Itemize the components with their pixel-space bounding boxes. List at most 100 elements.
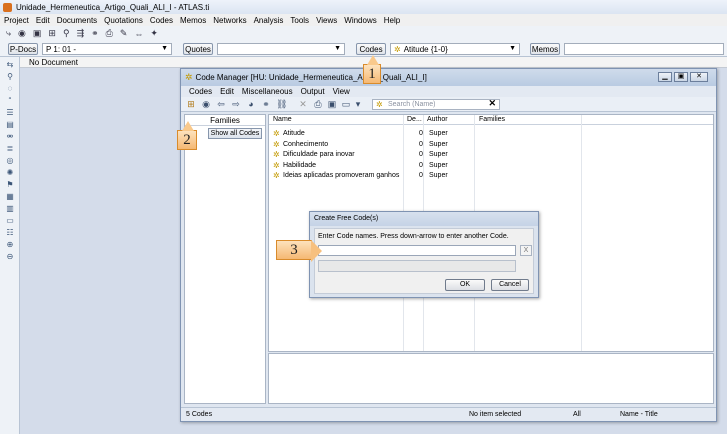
link-icon[interactable]: ⚮ [4,132,16,141]
eye-icon[interactable]: ◎ [4,156,16,165]
menu-windows[interactable]: Windows [344,16,376,25]
network-icon[interactable]: ⚭ [91,28,99,39]
callout-1: 1 [363,55,381,84]
memos-button[interactable]: Memos [530,43,560,55]
clear-search-icon[interactable]: ✕ [488,99,496,108]
clear-input-button[interactable]: X [520,245,532,256]
print-icon[interactable]: ⎙ [106,28,113,39]
cm-menu-view[interactable]: View [333,87,350,96]
pdocs-button[interactable]: P-Docs [8,43,38,55]
atlas-app-icon [3,2,12,12]
code-name-input[interactable] [318,245,516,256]
code-row[interactable]: ✲ Dificuldade para inovar 0 Super [273,150,473,160]
callout-2: 2 [177,121,197,150]
code-list-field[interactable] [318,260,516,272]
comment-icon[interactable]: ◉ [18,28,26,39]
comment-pane[interactable] [268,353,714,404]
menu-memos[interactable]: Memos [180,16,206,25]
menu-codes[interactable]: Codes [150,16,173,25]
show-all-codes-button[interactable]: Show all Codes [208,128,262,139]
flag-icon[interactable]: ⚑ [4,180,16,189]
binoculars-icon[interactable]: ⚲ [63,28,70,39]
dialog-title[interactable]: Create Free Code(s) [310,212,538,226]
add-document-icon[interactable]: ⊞ [48,28,56,39]
memo-select[interactable] [564,43,724,55]
menu-quotations[interactable]: Quotations [104,16,143,25]
cm-menu-miscellaneous[interactable]: Miscellaneous [242,87,293,96]
code-row[interactable]: ✲ Habilidade 0 Super [273,161,473,171]
code-select[interactable]: ✲ Atitude {1-0} ▼ [390,43,520,55]
minimize-icon[interactable]: ▁ [658,72,672,82]
zoom-out-icon[interactable]: ⊖ [4,252,16,261]
column-divider [581,115,582,351]
column-author[interactable]: Author [427,116,448,123]
code-author: Super [429,130,448,137]
code-manager-titlebar[interactable]: ✲ Code Manager [HU: Unidade_Hermeneutica… [181,69,716,86]
cm-menu-edit[interactable]: Edit [220,87,234,96]
code-name: Ideias aplicadas promoveram ganhos [283,172,400,179]
code-density: 0 [419,161,423,169]
column-name[interactable]: Name [273,116,292,123]
code-by-list-icon[interactable]: ≣ [4,144,16,153]
cm-menu-output[interactable]: Output [301,87,325,96]
margin-icon[interactable]: ⇆ [4,60,16,69]
column-density[interactable]: De... [407,116,422,123]
chevron-down-icon[interactable]: ▾ [353,99,363,109]
search-icon[interactable]: ⚲ [4,72,16,81]
ok-button[interactable]: OK [445,279,485,291]
network-icon[interactable]: ◕ [246,99,256,109]
cancel-button[interactable]: Cancel [491,279,529,291]
query-icon[interactable]: ⇶ [77,28,85,39]
zoom-in-icon[interactable]: ⊕ [4,240,16,249]
back-icon[interactable]: ⇦ [216,99,226,109]
view-icon[interactable]: ▣ [327,99,337,109]
new-project-icon[interactable]: ⤷ [6,28,11,39]
maximize-icon[interactable]: ▣ [674,72,688,82]
filter-icon[interactable]: ⚭ [261,99,271,109]
menu-tools[interactable]: Tools [290,16,309,25]
comment-icon[interactable]: ◌ [4,84,16,93]
menu-edit[interactable]: Edit [36,16,50,25]
navigate-icon[interactable]: ⇔ [134,29,143,39]
open-coding-icon[interactable]: ☰ [4,108,16,117]
code-manager-statusbar: 5 Codes No item selected All Name - Titl… [181,407,716,421]
print-icon[interactable]: ⎙ [313,99,323,109]
forward-icon[interactable]: ⇨ [231,99,241,109]
code-row[interactable]: ✲ Conhecimento 0 Super [273,140,473,150]
menu-help[interactable]: Help [384,16,400,25]
menu-networks[interactable]: Networks [213,16,246,25]
pdoc-select-value: P 1: 01 - [46,44,77,54]
code-author: Super [429,140,448,148]
layout-icon[interactable]: ▭ [341,99,351,109]
list-icon[interactable]: ☷ [4,228,16,237]
gear-icon[interactable]: ✺ [4,168,16,177]
settings-icon[interactable]: ✦ [150,28,158,39]
document-icon[interactable]: ▭ [4,216,16,225]
menu-views[interactable]: Views [316,16,337,25]
grid-icon[interactable]: ▦ [4,192,16,201]
layout-icon[interactable]: ▥ [4,204,16,213]
code-row[interactable]: ✲ Ideias aplicadas promoveram ganhos 0 S… [273,171,473,181]
menu-documents[interactable]: Documents [57,16,97,25]
code-list-icon[interactable]: ▤ [4,120,16,129]
cm-menu-codes[interactable]: Codes [189,87,212,96]
code-in-vivo-icon[interactable]: “ [4,96,16,105]
create-code-icon[interactable]: ⊞ [186,99,196,109]
code-search-input[interactable]: ✲ Search (Name) ✕ [372,99,500,110]
save-icon[interactable]: ▣ [33,28,42,39]
menu-project[interactable]: Project [4,16,29,25]
code-row[interactable]: ✲ Atitude 0 Super [273,129,473,139]
comment-icon[interactable]: ◉ [201,99,211,109]
close-icon[interactable]: ✕ [690,72,708,82]
tools-icon[interactable]: ✎ [120,28,128,39]
column-families[interactable]: Families [479,116,505,123]
code-author: Super [429,151,448,158]
delete-icon[interactable]: ✕ [298,99,308,109]
quote-select[interactable]: ▼ [217,43,345,55]
link-icon[interactable]: ⛓ [276,99,287,109]
pdoc-select[interactable]: P 1: 01 - ▼ [42,43,172,55]
codes-button[interactable]: Codes [356,43,386,55]
menu-analysis[interactable]: Analysis [254,16,284,25]
codes-list-header: Name De... Author Families [269,115,713,125]
quotes-button[interactable]: Quotes [183,43,213,55]
